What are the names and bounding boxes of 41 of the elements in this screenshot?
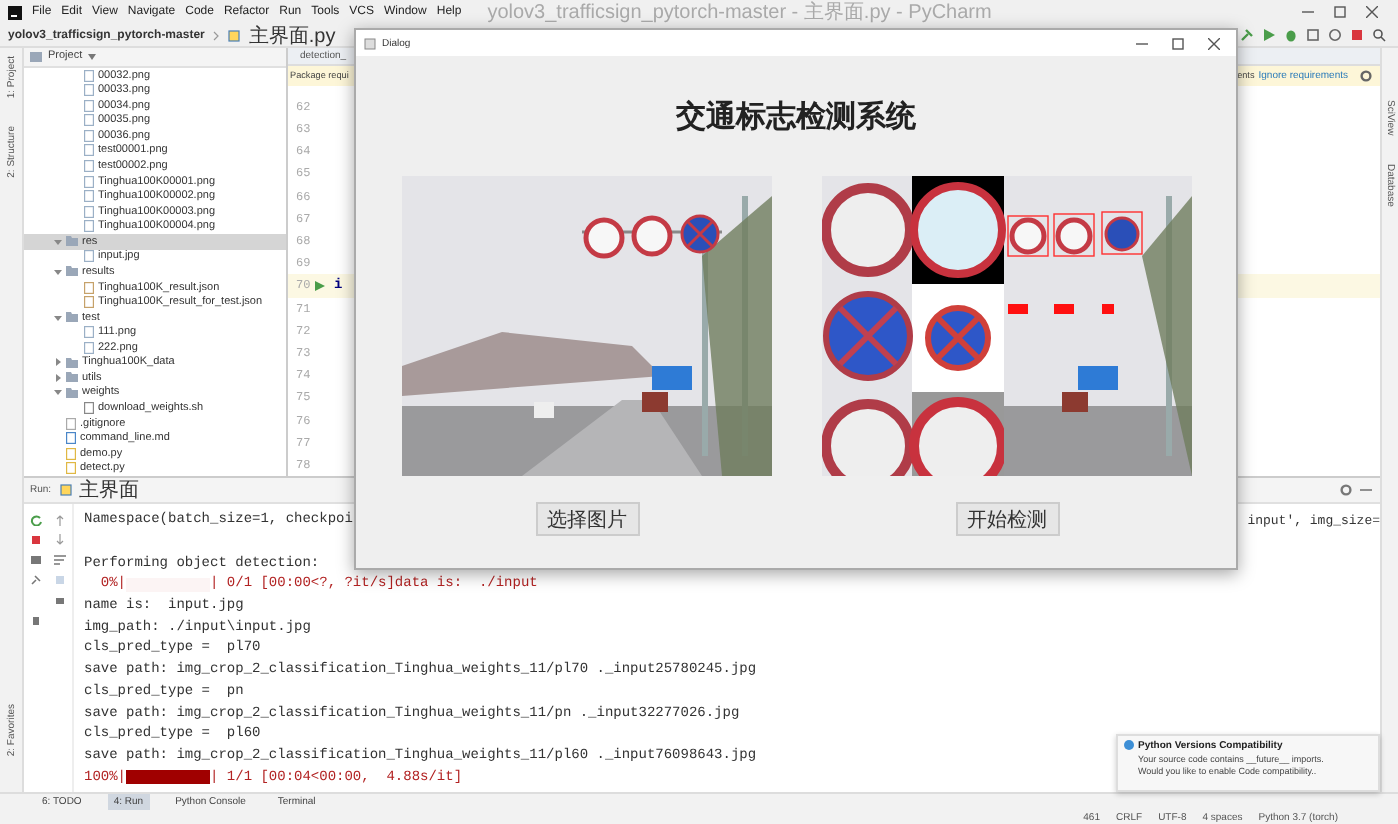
python-file-icon: [59, 484, 72, 496]
minimize-icon[interactable]: [1302, 6, 1314, 18]
stop-icon[interactable]: [1350, 28, 1364, 42]
stop-icon[interactable]: [30, 534, 42, 546]
maximize-icon[interactable]: [1334, 6, 1346, 18]
run-icon[interactable]: [314, 279, 326, 292]
folder-icon: [66, 312, 78, 323]
folder-icon: [66, 236, 78, 247]
collapsed-caret-icon[interactable]: [54, 358, 62, 367]
chevron-icon: [212, 29, 221, 41]
python-file-icon: [228, 29, 241, 41]
run-icon[interactable]: [1262, 28, 1276, 42]
window-title: yolov3_trafficsign_pytorch-master - 主界面.py - PyCharm: [487, 0, 992, 26]
breadcrumb-item[interactable]: 主界面.py: [248, 21, 336, 49]
close-icon[interactable]: [1366, 6, 1378, 18]
expanded-caret-icon[interactable]: [54, 267, 62, 276]
caret-icon[interactable]: [88, 53, 97, 60]
minimize-icon[interactable]: [1136, 37, 1148, 49]
folder-icon: [30, 51, 42, 62]
window-icon: [364, 37, 376, 49]
expanded-caret-icon[interactable]: [54, 237, 62, 246]
app-logo-icon: [8, 5, 22, 19]
down-arrow-icon[interactable]: [54, 534, 66, 546]
wrap-icon[interactable]: [54, 554, 66, 566]
collapsed-caret-icon[interactable]: [54, 373, 62, 382]
up-arrow-icon[interactable]: [54, 514, 66, 526]
folder-icon: [66, 266, 78, 277]
search-icon[interactable]: [1372, 28, 1386, 42]
select-image-button[interactable]: 选择图片: [535, 502, 639, 536]
expanded-caret-icon[interactable]: [54, 313, 62, 322]
app-heading: 交通标志检测系统: [676, 98, 916, 136]
start-detection-button[interactable]: 开始检测: [955, 502, 1059, 536]
run-tab[interactable]: 主界面: [79, 476, 140, 504]
file-icon: [84, 250, 94, 263]
hammer-icon[interactable]: [1240, 28, 1254, 42]
rerun-icon[interactable]: [30, 514, 42, 526]
maximize-icon[interactable]: [1172, 37, 1184, 49]
close-icon[interactable]: [1208, 37, 1220, 49]
minimize-icon[interactable]: [1360, 484, 1372, 496]
expanded-caret-icon[interactable]: [54, 388, 62, 397]
info-icon: [1124, 740, 1134, 750]
